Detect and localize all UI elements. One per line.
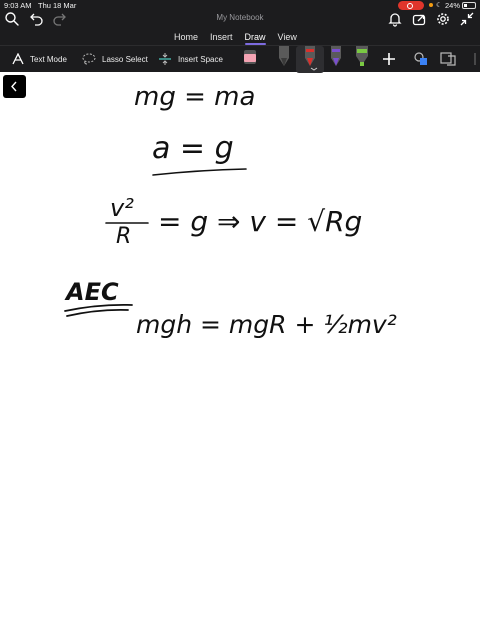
- mic-indicator-icon: [429, 3, 433, 7]
- ink-to-shape-tool[interactable]: [438, 46, 458, 72]
- lasso-select-label: Lasso Select: [102, 54, 148, 64]
- pen-purple-icon: [331, 46, 341, 66]
- tab-draw[interactable]: Draw: [239, 30, 272, 45]
- note-line-5: mgh = mgR + ½mv²: [136, 310, 397, 339]
- share-icon[interactable]: [411, 11, 427, 27]
- insert-space-icon: [159, 53, 171, 65]
- ink-underline-1: [152, 168, 247, 176]
- shapes-tool[interactable]: [411, 46, 431, 72]
- insert-space-label: Insert Space: [178, 54, 223, 64]
- tab-home[interactable]: Home: [168, 30, 204, 44]
- note-line-1: mg = ma: [134, 82, 256, 112]
- note-line-3: = g ⇒ v = √Rg: [158, 205, 363, 238]
- more-tools-icon[interactable]: [464, 46, 478, 72]
- pen-red-icon: [305, 46, 318, 71]
- undo-icon[interactable]: [28, 11, 44, 27]
- eraser-icon: [244, 50, 256, 64]
- app-chrome: 9:03 AM Thu 18 Mar ☾ 24% My Notebook Hom…: [0, 0, 480, 73]
- text-mode-button[interactable]: Text Mode: [12, 52, 67, 66]
- pen-black-tool[interactable]: [274, 46, 294, 72]
- pen-purple-tool[interactable]: [326, 46, 346, 72]
- tab-view[interactable]: View: [272, 30, 303, 44]
- pen-black-icon: [279, 46, 289, 66]
- add-pen-button[interactable]: [379, 46, 399, 72]
- draw-toolbar: Text Mode Lasso Select Insert Space: [0, 45, 480, 73]
- lasso-select-button[interactable]: Lasso Select: [82, 52, 148, 66]
- text-mode-icon: [12, 53, 24, 65]
- eraser-tool[interactable]: [240, 46, 260, 72]
- gear-icon[interactable]: [435, 11, 451, 27]
- highlighter-green-tool[interactable]: [352, 46, 372, 72]
- battery-icon: [462, 2, 476, 9]
- note-heading-aec: AEC: [66, 278, 119, 306]
- do-not-disturb-icon: ☾: [436, 2, 443, 9]
- notebook-canvas[interactable]: mg = ma a = g v² R = g ⇒ v = √Rg AEC mgh…: [0, 72, 480, 640]
- redo-icon[interactable]: [52, 11, 68, 27]
- highlighter-green-icon: [356, 46, 368, 66]
- ink-underline-heading: [64, 303, 133, 317]
- note-line-2: a = g: [152, 131, 234, 166]
- collapse-icon[interactable]: [459, 11, 475, 27]
- ink-to-shape-icon: [440, 52, 456, 66]
- status-date: Thu 18 Mar: [38, 1, 77, 10]
- pen-red-tool[interactable]: [300, 46, 320, 72]
- lasso-icon: [82, 53, 96, 65]
- fraction-numerator: v²: [110, 194, 134, 222]
- ribbon-tabs: Home Insert Draw View: [168, 30, 303, 45]
- battery-percent: 24%: [445, 1, 461, 10]
- text-mode-label: Text Mode: [30, 54, 67, 64]
- tab-insert[interactable]: Insert: [204, 30, 239, 44]
- status-time: 9:03 AM: [4, 1, 32, 10]
- screen-recording-icon: [398, 1, 424, 10]
- search-icon[interactable]: [4, 11, 20, 27]
- shapes-icon: [414, 52, 427, 65]
- status-bar: 9:03 AM Thu 18 Mar ☾ 24%: [0, 0, 480, 11]
- bell-icon[interactable]: [387, 11, 403, 27]
- window-title: My Notebook: [216, 13, 264, 22]
- insert-space-button[interactable]: Insert Space: [158, 52, 223, 66]
- fraction-denominator: R: [116, 224, 132, 249]
- plus-icon: [383, 53, 395, 65]
